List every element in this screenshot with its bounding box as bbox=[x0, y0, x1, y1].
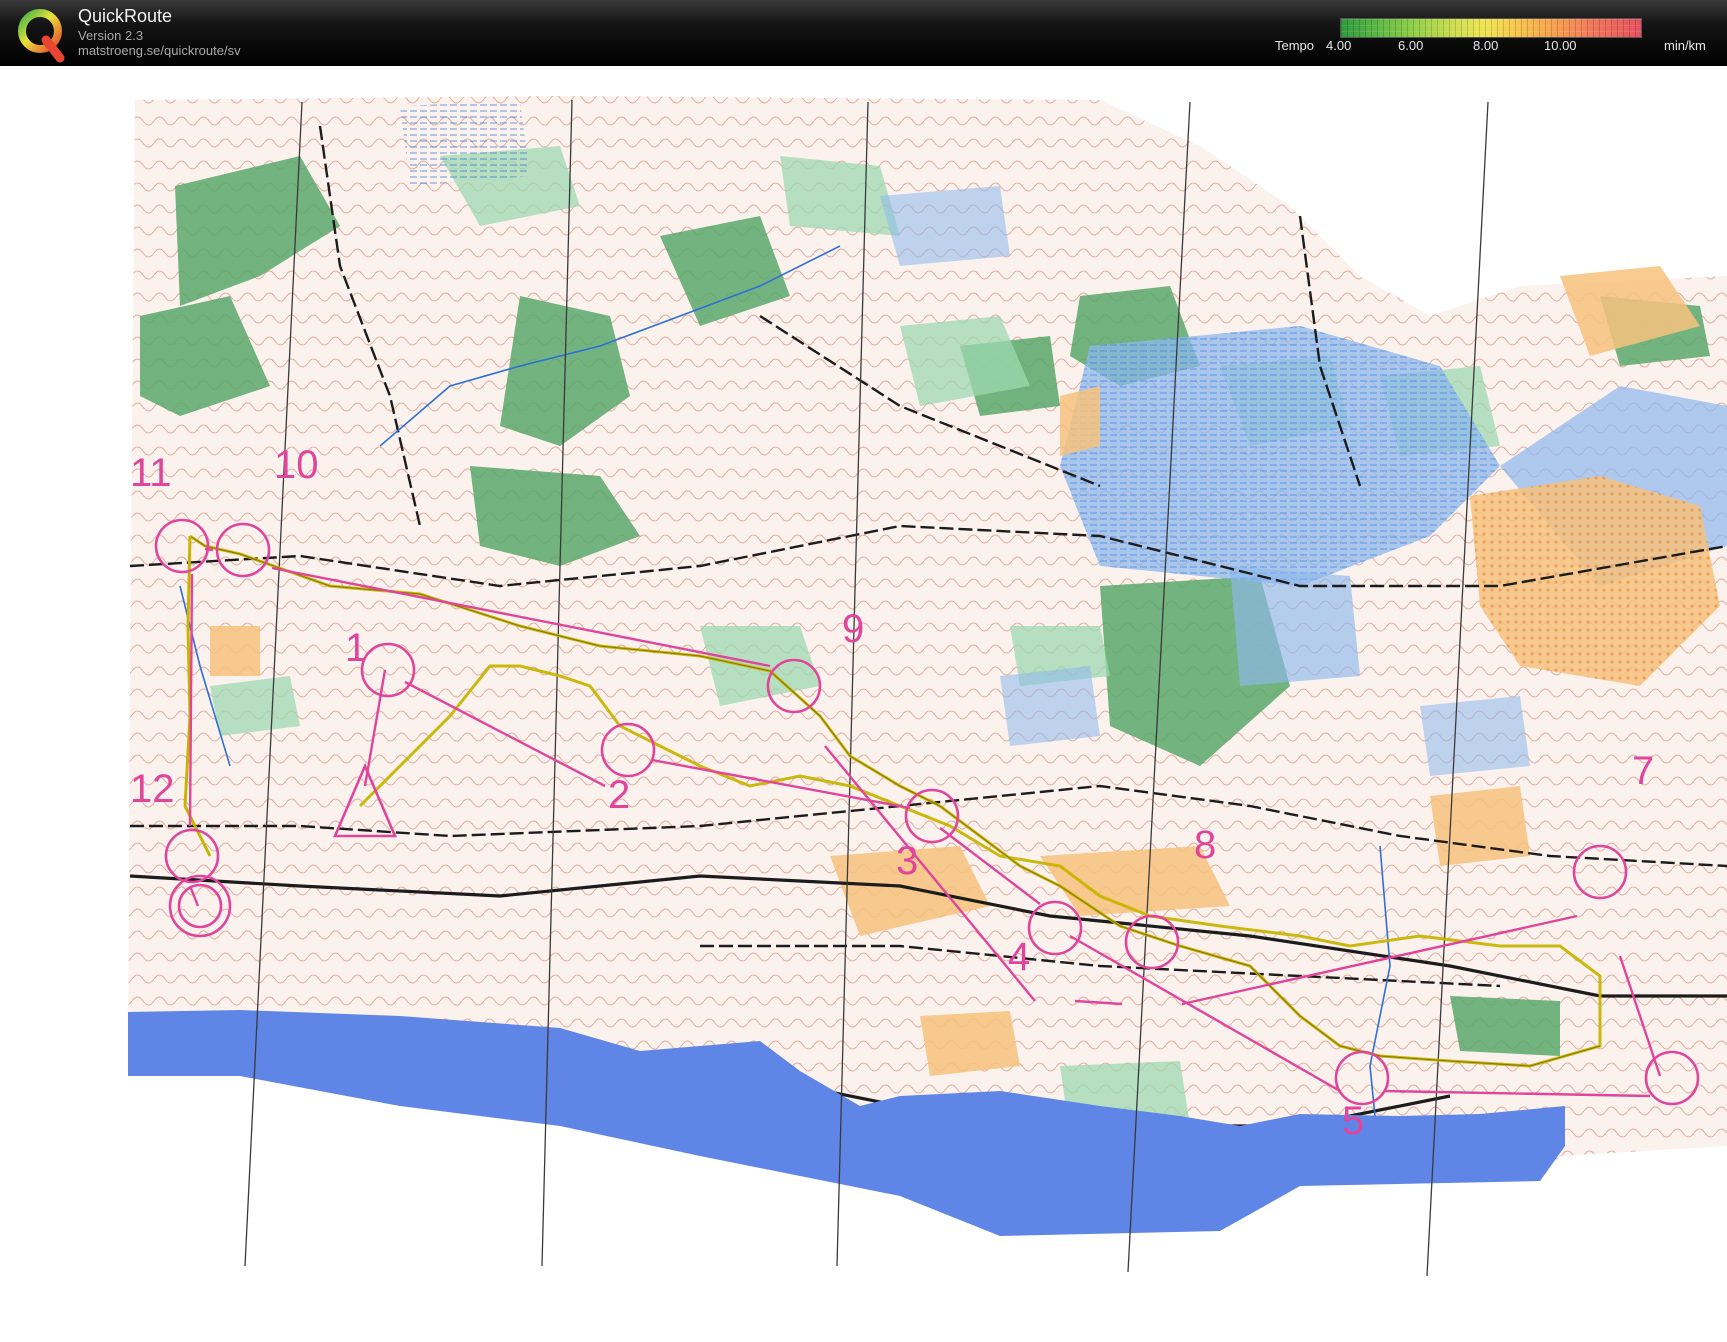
map-canvas[interactable]: 1 2 3 4 5 7 8 9 10 11 12 bbox=[0, 66, 1727, 1342]
app-url[interactable]: matstroeng.se/quickroute/sv bbox=[78, 43, 241, 58]
control-number-2: 2 bbox=[608, 773, 630, 817]
control-number-4: 4 bbox=[1008, 935, 1030, 979]
control-number-12: 12 bbox=[130, 767, 175, 811]
app-version: Version 2.3 bbox=[78, 28, 144, 43]
tempo-tick-10: 10.00 bbox=[1544, 38, 1577, 53]
control-number-3: 3 bbox=[896, 839, 918, 883]
app-name: QuickRoute bbox=[78, 6, 173, 26]
control-number-1: 1 bbox=[345, 626, 367, 670]
tempo-color-scale bbox=[1340, 18, 1642, 38]
tempo-tick-4: 4.00 bbox=[1326, 38, 1352, 53]
tempo-tick-6: 6.00 bbox=[1398, 38, 1424, 53]
tempo-unit: min/km bbox=[1664, 38, 1706, 53]
control-number-7: 7 bbox=[1632, 749, 1654, 793]
quickroute-q-logo-icon bbox=[18, 9, 65, 63]
app-header: QuickRoute Version 2.3 matstroeng.se/qui… bbox=[0, 0, 1727, 66]
tempo-label: Tempo bbox=[1275, 38, 1315, 53]
control-number-10: 10 bbox=[274, 443, 319, 487]
control-number-5: 5 bbox=[1342, 1099, 1364, 1143]
tempo-tick-8: 8.00 bbox=[1473, 38, 1499, 53]
control-number-9: 9 bbox=[842, 607, 864, 651]
orienteering-map[interactable]: 1 2 3 4 5 7 8 9 10 11 12 bbox=[0, 66, 1727, 1342]
control-number-8: 8 bbox=[1194, 823, 1216, 867]
control-number-11: 11 bbox=[130, 451, 172, 495]
